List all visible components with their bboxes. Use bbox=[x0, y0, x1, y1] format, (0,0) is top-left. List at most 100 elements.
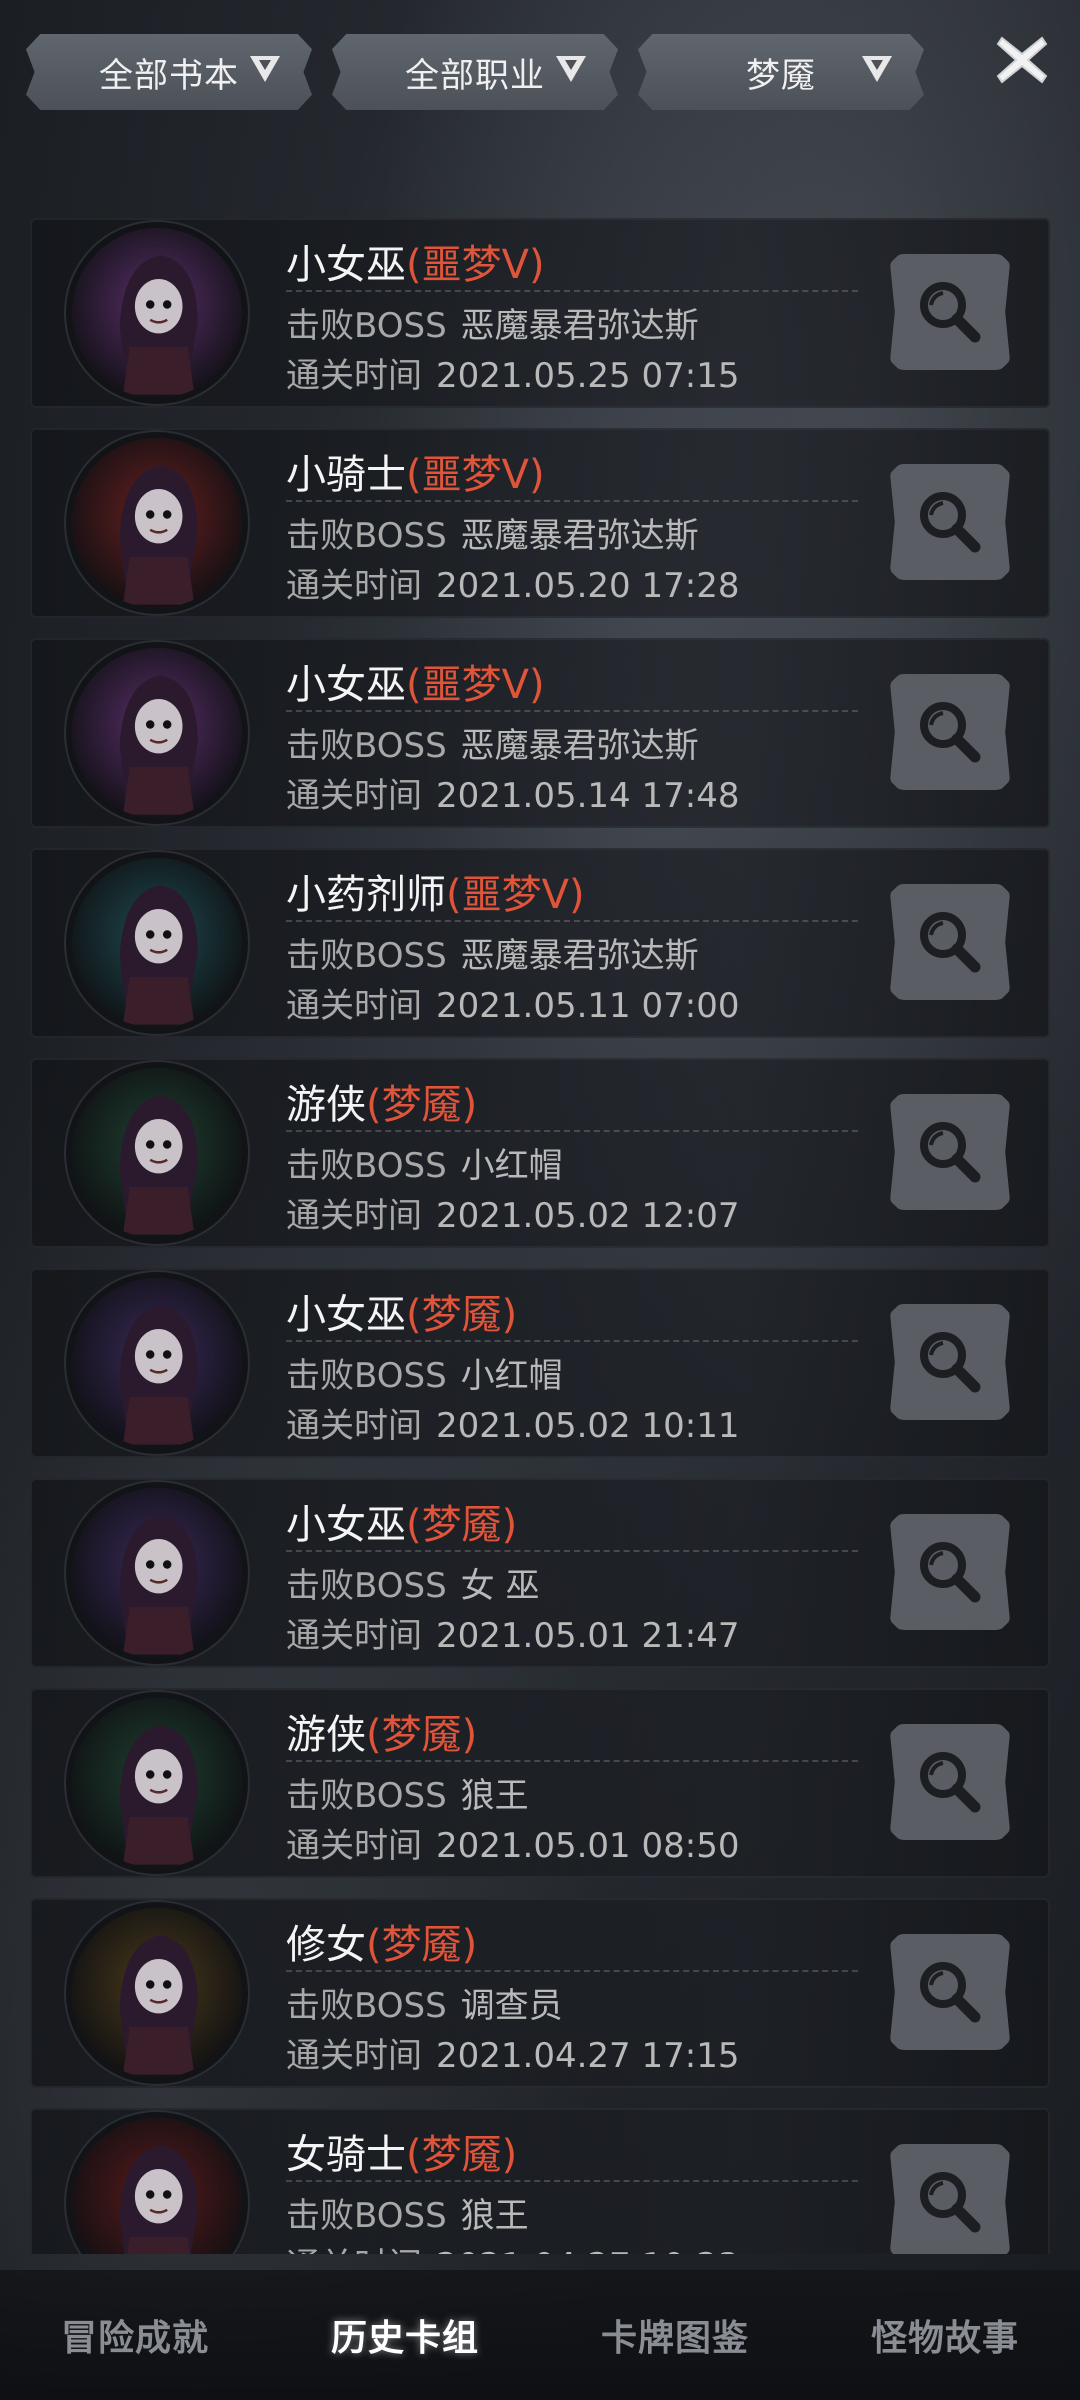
character-avatar bbox=[72, 648, 242, 818]
record-title: 小女巫(梦魇) bbox=[286, 1282, 517, 1340]
clear-time-value: 2021.05.14 17:48 bbox=[436, 776, 740, 816]
clear-time-value: 2021.05.20 17:28 bbox=[436, 566, 740, 606]
clear-time-row: 通关时间 2021.05.01 21:47 bbox=[286, 1608, 739, 1657]
clear-time-row: 通关时间 2021.04.27 17:15 bbox=[286, 2028, 739, 2077]
character-avatar bbox=[72, 1698, 242, 1868]
chevron-down-icon bbox=[556, 56, 586, 82]
difficulty-label: (梦魇) bbox=[406, 1502, 518, 1548]
boss-row: 击败BOSS 恶魔暴君弥达斯 bbox=[286, 928, 699, 977]
character-portrait-icon bbox=[72, 1908, 242, 2078]
record-title: 游侠(梦魇) bbox=[286, 1702, 477, 1760]
record-card: 游侠(梦魇) 击败BOSS 狼王 通关时间 2021.05.01 08:50 bbox=[30, 1688, 1050, 1878]
filter-book-dropdown[interactable]: 全部书本 bbox=[26, 34, 312, 110]
boss-row: 击败BOSS 调查员 bbox=[286, 1978, 563, 2027]
filter-difficulty-label: 梦魇 bbox=[746, 55, 816, 96]
view-deck-button[interactable] bbox=[890, 1724, 1010, 1840]
record-title: 游侠(梦魇) bbox=[286, 1072, 477, 1130]
magnifier-icon bbox=[920, 1332, 981, 1393]
divider bbox=[286, 1550, 858, 1552]
character-name: 游侠 bbox=[286, 1082, 366, 1128]
boss-row: 击败BOSS 狼王 bbox=[286, 2188, 529, 2237]
tab-monster-stories[interactable]: 怪物故事 bbox=[851, 2299, 1039, 2371]
view-deck-button[interactable] bbox=[890, 2144, 1010, 2254]
character-portrait-icon bbox=[72, 648, 242, 818]
magnifier-icon bbox=[920, 1962, 981, 2023]
record-card: 修女(梦魇) 击败BOSS 调查员 通关时间 2021.04.27 17:15 bbox=[30, 1898, 1050, 2088]
view-deck-button[interactable] bbox=[890, 254, 1010, 370]
record-card: 小女巫(梦魇) 击败BOSS 女 巫 通关时间 2021.05.01 21:47 bbox=[30, 1478, 1050, 1668]
close-button[interactable] bbox=[990, 28, 1054, 92]
boss-row: 击败BOSS 小红帽 bbox=[286, 1138, 563, 1187]
record-card: 小药剂师(噩梦V) 击败BOSS 恶魔暴君弥达斯 通关时间 2021.05.11 0… bbox=[30, 848, 1050, 1038]
boss-label: 击败BOSS bbox=[286, 1986, 447, 2026]
tab-history-decks[interactable]: 历史卡组 bbox=[311, 2299, 499, 2371]
record-title: 小女巫(噩梦V) bbox=[286, 652, 545, 710]
clear-time-row: 通关时间 2021.05.02 10:11 bbox=[286, 1398, 739, 1447]
view-deck-button[interactable] bbox=[890, 1514, 1010, 1630]
clear-time-row: 通关时间 2021.04.27 10:23 bbox=[286, 2238, 739, 2254]
record-card: 小女巫(梦魇) 击败BOSS 小红帽 通关时间 2021.05.02 10:11 bbox=[30, 1268, 1050, 1458]
record-card: 小女巫(噩梦V) 击败BOSS 恶魔暴君弥达斯 通关时间 2021.05.14 17… bbox=[30, 638, 1050, 828]
view-deck-button[interactable] bbox=[890, 1934, 1010, 2050]
boss-label: 击败BOSS bbox=[286, 1356, 447, 1396]
magnifier-icon bbox=[920, 492, 981, 553]
character-name: 小女巫 bbox=[286, 1502, 406, 1548]
clear-time-label: 通关时间 bbox=[286, 1196, 422, 1236]
divider bbox=[286, 1130, 858, 1132]
character-name: 小女巫 bbox=[286, 1292, 406, 1338]
magnifier-icon bbox=[920, 1752, 981, 1813]
divider bbox=[286, 500, 858, 502]
record-title: 小药剂师(噩梦V) bbox=[286, 862, 585, 920]
character-portrait-icon bbox=[72, 1068, 242, 1238]
difficulty-label: (噩梦V) bbox=[446, 872, 585, 918]
record-title: 小女巫(梦魇) bbox=[286, 1492, 517, 1550]
difficulty-label: (梦魇) bbox=[366, 1712, 478, 1758]
character-avatar bbox=[72, 228, 242, 398]
view-deck-button[interactable] bbox=[890, 464, 1010, 580]
close-icon bbox=[996, 36, 1048, 84]
clear-time-value: 2021.05.11 07:00 bbox=[436, 986, 740, 1026]
character-portrait-icon bbox=[72, 438, 242, 608]
filter-difficulty-dropdown[interactable]: 梦魇 bbox=[638, 34, 924, 110]
boss-row: 击败BOSS 狼王 bbox=[286, 1768, 529, 1817]
difficulty-label: (噩梦V) bbox=[406, 662, 545, 708]
view-deck-button[interactable] bbox=[890, 1304, 1010, 1420]
clear-time-row: 通关时间 2021.05.14 17:48 bbox=[286, 768, 739, 817]
filter-class-dropdown[interactable]: 全部职业 bbox=[332, 34, 618, 110]
character-portrait-icon bbox=[72, 1278, 242, 1448]
filter-bar: 全部书本 全部职业 梦魇 bbox=[26, 34, 926, 110]
tab-adventure-achievements[interactable]: 冒险成就 bbox=[41, 2299, 229, 2371]
clear-time-label: 通关时间 bbox=[286, 566, 422, 606]
clear-time-row: 通关时间 2021.05.11 07:00 bbox=[286, 978, 739, 1027]
magnifier-icon bbox=[920, 1122, 981, 1183]
boss-name: 女 巫 bbox=[460, 1566, 540, 1606]
character-name: 小药剂师 bbox=[286, 872, 446, 918]
clear-time-value: 2021.05.01 08:50 bbox=[436, 1826, 740, 1866]
clear-time-label: 通关时间 bbox=[286, 1616, 422, 1656]
view-deck-button[interactable] bbox=[890, 674, 1010, 790]
divider bbox=[286, 1760, 858, 1762]
boss-label: 击败BOSS bbox=[286, 306, 447, 346]
record-title: 女骑士(梦魇) bbox=[286, 2122, 517, 2180]
view-deck-button[interactable] bbox=[890, 1094, 1010, 1210]
history-deck-list[interactable]: 小女巫(噩梦V) 击败BOSS 恶魔暴君弥达斯 通关时间 2021.05.25 07… bbox=[30, 218, 1050, 2254]
divider bbox=[286, 1340, 858, 1342]
record-card: 女骑士(梦魇) 击败BOSS 狼王 通关时间 2021.04.27 10:23 bbox=[30, 2108, 1050, 2254]
clear-time-row: 通关时间 2021.05.02 12:07 bbox=[286, 1188, 739, 1237]
bottom-tab-bar: 冒险成就 历史卡组 卡牌图鉴 怪物故事 bbox=[0, 2270, 1080, 2400]
divider bbox=[286, 920, 858, 922]
difficulty-label: (梦魇) bbox=[406, 2132, 518, 2178]
clear-time-row: 通关时间 2021.05.25 07:15 bbox=[286, 348, 739, 397]
divider bbox=[286, 2180, 858, 2182]
view-deck-button[interactable] bbox=[890, 884, 1010, 1000]
record-title: 小女巫(噩梦V) bbox=[286, 232, 545, 290]
clear-time-label: 通关时间 bbox=[286, 986, 422, 1026]
clear-time-label: 通关时间 bbox=[286, 1826, 422, 1866]
character-avatar bbox=[72, 1488, 242, 1658]
filter-book-label: 全部书本 bbox=[99, 55, 239, 96]
record-card: 小骑士(噩梦V) 击败BOSS 恶魔暴君弥达斯 通关时间 2021.05.20 17… bbox=[30, 428, 1050, 618]
tab-card-collection[interactable]: 卡牌图鉴 bbox=[581, 2299, 769, 2371]
character-avatar bbox=[72, 2118, 242, 2254]
character-avatar bbox=[72, 438, 242, 608]
clear-time-value: 2021.04.27 10:23 bbox=[436, 2246, 739, 2254]
